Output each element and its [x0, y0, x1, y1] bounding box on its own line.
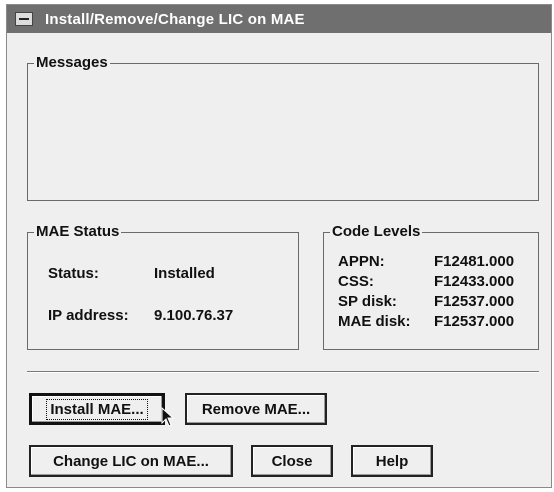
- help-button[interactable]: Help: [351, 445, 433, 477]
- status-label: Status:: [48, 265, 99, 282]
- install-mae-button[interactable]: Install MAE...: [29, 393, 165, 425]
- remove-mae-button[interactable]: Remove MAE...: [185, 393, 327, 425]
- mouse-pointer-icon: [161, 407, 175, 427]
- code-levels-group-label: Code Levels: [330, 222, 423, 242]
- close-button-label: Close: [271, 452, 313, 470]
- install-remove-change-lic-dialog: Install/Remove/Change LIC on MAE Message…: [6, 4, 552, 488]
- change-lic-button-label: Change LIC on MAE...: [53, 452, 209, 470]
- code-level-name: APPN:: [338, 253, 385, 270]
- messages-group-label: Messages: [34, 53, 110, 73]
- mae-status-group: MAE Status Status: Installed IP address:…: [27, 222, 299, 350]
- ip-address-label: IP address:: [48, 307, 129, 324]
- ip-address-value: 9.100.76.37: [154, 307, 234, 324]
- title-bar[interactable]: Install/Remove/Change LIC on MAE: [7, 5, 551, 33]
- code-level-value: F12537.000: [434, 313, 515, 330]
- install-mae-button-label: Install MAE...: [50, 400, 144, 418]
- separator-line: [27, 371, 539, 373]
- code-levels-group: Code Levels APPN: F12481.000 CSS: F12433…: [323, 222, 539, 350]
- code-level-name: MAE disk:: [338, 313, 411, 330]
- mae-status-group-label: MAE Status: [34, 222, 122, 242]
- code-level-value: F12433.000: [434, 273, 515, 290]
- status-value: Installed: [154, 265, 215, 282]
- messages-group: Messages: [27, 53, 539, 201]
- system-menu-icon[interactable]: [15, 12, 33, 26]
- close-button[interactable]: Close: [251, 445, 333, 477]
- code-level-name: SP disk:: [338, 293, 397, 310]
- code-level-value: F12537.000: [434, 293, 515, 310]
- code-level-value: F12481.000: [434, 253, 515, 270]
- remove-mae-button-label: Remove MAE...: [201, 400, 311, 418]
- code-level-name: CSS:: [338, 273, 374, 290]
- window-title: Install/Remove/Change LIC on MAE: [45, 10, 305, 28]
- help-button-label: Help: [375, 452, 409, 470]
- change-lic-on-mae-button[interactable]: Change LIC on MAE...: [29, 445, 233, 477]
